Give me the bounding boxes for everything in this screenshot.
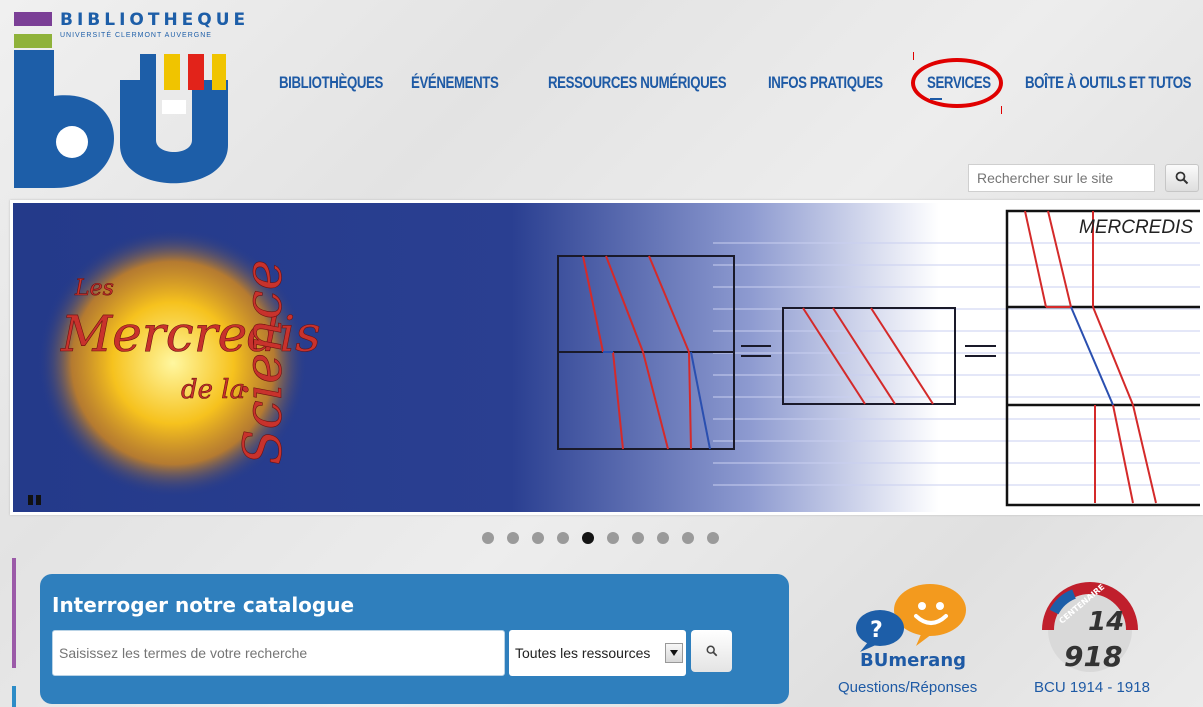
logo-subtitle: UNIVERSITÉ CLERMONT AUVERGNE	[60, 32, 212, 39]
banner-title-les: Les	[74, 276, 114, 301]
nav-bibliotheques[interactable]: BIBLIOTHÈQUES	[279, 73, 383, 93]
carousel-dot[interactable]	[682, 532, 694, 544]
search-icon	[1175, 171, 1189, 185]
nav-boite-a-outils[interactable]: BOÎTE À OUTILS ET TUTOS	[1025, 73, 1192, 93]
carousel-dot[interactable]	[557, 532, 569, 544]
nav-evenements[interactable]: ÉVÉNEMENTS	[411, 73, 499, 93]
services-underline	[930, 98, 942, 100]
logo-green-bar	[14, 34, 52, 48]
bcu-caption: BCU 1914 - 1918	[1034, 679, 1150, 696]
catalogue-search-button[interactable]	[691, 630, 732, 672]
carousel-dot[interactable]	[707, 532, 719, 544]
bumerang-link[interactable]: ? BUmerang Questions/Réponses	[830, 582, 1010, 702]
catalogue-scope-value: Toutes les ressources	[515, 645, 651, 661]
carousel-dot[interactable]	[507, 532, 519, 544]
pause-icon[interactable]	[28, 495, 41, 505]
search-icon	[706, 645, 717, 657]
logo-title: BIBLIOTHEQUE	[60, 10, 250, 30]
catalogue-title: Interroger notre catalogue	[52, 593, 355, 617]
site-logo[interactable]: BIBLIOTHEQUE UNIVERSITÉ CLERMONT AUVERGN…	[14, 10, 245, 190]
banner-corner-label: MERCREDIS	[1079, 217, 1194, 238]
nav-ressources-numeriques[interactable]: RESSOURCES NUMÉRIQUES	[548, 73, 727, 93]
banner-title-science: Science	[234, 259, 294, 465]
carousel-dot[interactable]	[657, 532, 669, 544]
carousel-dots	[482, 532, 719, 544]
svg-text:?: ?	[870, 618, 883, 643]
site-search-button[interactable]	[1165, 164, 1199, 192]
svg-text:14: 14	[1088, 607, 1124, 637]
catalogue-scope-select[interactable]: Toutes les ressources	[509, 630, 686, 676]
bu-logo-mark	[14, 50, 228, 188]
services-highlight-circle	[911, 58, 1003, 108]
carousel-dot[interactable]	[607, 532, 619, 544]
centenaire-badge-icon: CENTENAIRE 14 918	[1042, 582, 1138, 673]
carousel-dot[interactable]	[582, 532, 594, 544]
catalogue-search-panel: Interroger notre catalogue Toutes les re…	[40, 574, 789, 704]
carousel-dot[interactable]	[632, 532, 644, 544]
svg-text:918: 918	[1064, 640, 1122, 673]
banner-artwork: Les Mercredis de la Science	[13, 203, 1200, 512]
nav-infos-pratiques[interactable]: INFOS PRATIQUES	[768, 73, 883, 93]
carousel-dot[interactable]	[532, 532, 544, 544]
carousel-slide[interactable]: Les Mercredis de la Science MERCREDIS	[10, 200, 1203, 515]
chevron-down-icon	[665, 643, 683, 663]
annotation-tick	[1001, 106, 1002, 114]
site-search-input[interactable]	[968, 164, 1155, 192]
left-accent-bar	[12, 686, 16, 707]
bcu-1914-1918-link[interactable]: CENTENAIRE 14 918 BCU 1914 - 1918	[1030, 582, 1180, 702]
bumerang-logo-icon: ?	[856, 584, 966, 652]
carousel-dot[interactable]	[482, 532, 494, 544]
left-accent-bar	[12, 558, 16, 668]
bumerang-name: BUmerang	[860, 650, 967, 671]
logo-purple-bar	[14, 12, 52, 26]
catalogue-search-input[interactable]	[52, 630, 505, 676]
annotation-tick	[913, 52, 914, 60]
bumerang-caption: Questions/Réponses	[838, 679, 978, 696]
